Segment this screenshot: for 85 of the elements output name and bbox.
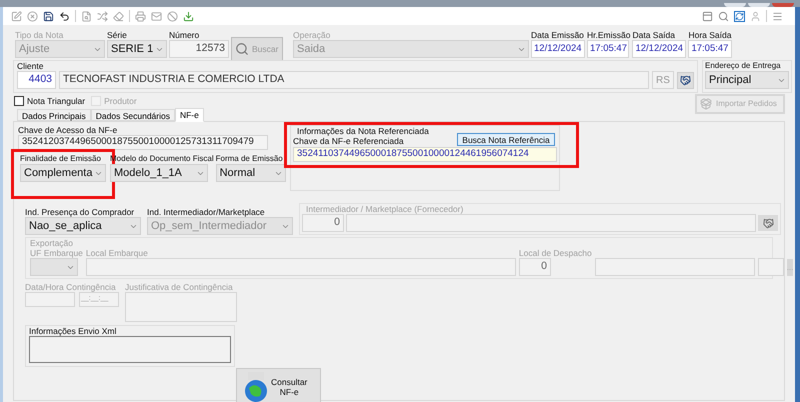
dropdown-field[interactable]: SERIE 1	[107, 40, 167, 58]
field-label: Cliente	[17, 61, 44, 71]
edit-icon[interactable]	[11, 10, 22, 22]
package-icon	[700, 98, 712, 110]
field-label: Hr.Emissão	[587, 30, 630, 40]
field-label: Tipo da Nota	[15, 30, 64, 40]
cancel-icon[interactable]	[27, 10, 38, 22]
field-label: Informações da Nota Referenciada	[296, 126, 429, 136]
tab[interactable]: Dados Secundários	[90, 109, 175, 121]
field-label: Série	[107, 30, 127, 40]
field-label: Data Emissão	[531, 30, 584, 40]
query-nfe-button[interactable]: Consultar NF-e	[236, 368, 321, 402]
field-label: Informações Envio Xml	[29, 326, 116, 336]
download-icon[interactable]	[183, 10, 194, 22]
text-field[interactable]: 4403	[17, 71, 56, 89]
document-search-icon[interactable]	[81, 10, 92, 22]
field-label: Local de Despacho	[518, 248, 592, 258]
handshake-button[interactable]	[677, 72, 694, 88]
field-label: Chave da NF-e Referenciada	[293, 136, 404, 146]
field-label: Finalidade de Emissão	[20, 154, 101, 164]
field-label: Nota Triangular	[27, 96, 86, 106]
dropdown-field[interactable]: Nao_se_aplica	[25, 217, 141, 235]
shuffle-icon[interactable]	[97, 10, 108, 22]
field-label: Data/Hora Contingência	[25, 282, 116, 292]
field-label: Local Embarque	[86, 248, 148, 258]
text-field[interactable]	[346, 214, 756, 232]
field-label: Ind. Presença do Comprador	[25, 207, 134, 217]
text-field[interactable]	[125, 292, 237, 322]
dropdown-field[interactable]	[30, 258, 78, 276]
search-icon[interactable]	[718, 10, 729, 22]
handshake-icon	[762, 218, 774, 228]
handshake-button[interactable]	[758, 215, 778, 231]
button-label: Consultar	[271, 376, 308, 386]
dropdown-field[interactable]: Principal	[705, 71, 789, 89]
ban-icon[interactable]	[167, 10, 178, 22]
field-label: Forma de Emissão	[216, 154, 283, 164]
date-field[interactable]: 12/12/2024	[632, 40, 686, 58]
maximize-button[interactable]	[748, 3, 770, 7]
user-icon[interactable]	[750, 10, 761, 22]
save-icon[interactable]	[43, 10, 54, 22]
window-icon[interactable]	[702, 10, 713, 22]
undo-icon[interactable]	[59, 10, 70, 22]
mail-icon[interactable]	[151, 10, 162, 22]
text-field[interactable]	[594, 258, 755, 276]
field-label: Exportação	[30, 238, 73, 248]
search-reference-button[interactable]: Busca Nota Referência	[457, 133, 555, 146]
text-field[interactable]	[25, 292, 75, 307]
text-field[interactable]: TECNOFAST INDUSTRIA E COMERCIO LTDA	[59, 71, 649, 89]
menu-icon[interactable]	[772, 10, 783, 22]
tab[interactable]: NF-e	[174, 108, 204, 122]
close-button[interactable]	[772, 3, 794, 7]
field-label: Hora Saída	[688, 30, 732, 40]
text-field[interactable]: 0	[302, 214, 344, 232]
field-label: Ind. Intermediador/Marketplace	[147, 207, 265, 217]
dropdown-field[interactable]: Complementa	[20, 164, 106, 182]
print-icon[interactable]	[135, 10, 146, 22]
text-field[interactable]: 35241103744965000187550010000124461956074124	[293, 147, 557, 162]
date-field[interactable]: 12/12/2024	[531, 40, 585, 58]
dropdown-field[interactable]: Normal	[216, 164, 286, 182]
field-label: Operação	[293, 30, 330, 40]
text-field[interactable]: 12573	[169, 40, 229, 58]
text-field[interactable]: 35241203744965000187550010000125731311709479	[18, 135, 268, 150]
text-field[interactable]: 0	[518, 258, 551, 276]
field-label: Justificativa de Contingência	[125, 282, 233, 292]
text-field[interactable]	[86, 258, 516, 276]
eraser-icon[interactable]	[113, 10, 124, 22]
tab[interactable]: Dados Principais	[17, 109, 91, 121]
field-label: UF Embarque	[30, 248, 83, 258]
checkbox[interactable]	[14, 96, 24, 106]
minimize-button[interactable]	[724, 3, 746, 7]
date-field[interactable]: 17:05:47	[688, 40, 732, 58]
dropdown-field[interactable]: Modelo_1_1A	[110, 164, 208, 182]
field-label: Data Saída	[632, 30, 675, 40]
magnifier-icon	[235, 42, 249, 56]
field-label: Produtor	[104, 96, 137, 106]
text-field[interactable]	[758, 258, 784, 276]
field-label: Chave de Acesso da NF-e	[18, 125, 118, 135]
text-area[interactable]	[29, 336, 231, 363]
refresh-icon[interactable]	[734, 10, 745, 22]
field-label: Número	[169, 30, 200, 40]
field-label: Intermediador / Marketplace (Fornecedor)	[305, 204, 464, 214]
button-label: NF-e	[280, 386, 299, 396]
date-field[interactable]: 17:05:47	[587, 40, 629, 58]
field-label: Endereço de Entrega	[705, 61, 781, 71]
handshake-icon	[680, 74, 691, 86]
